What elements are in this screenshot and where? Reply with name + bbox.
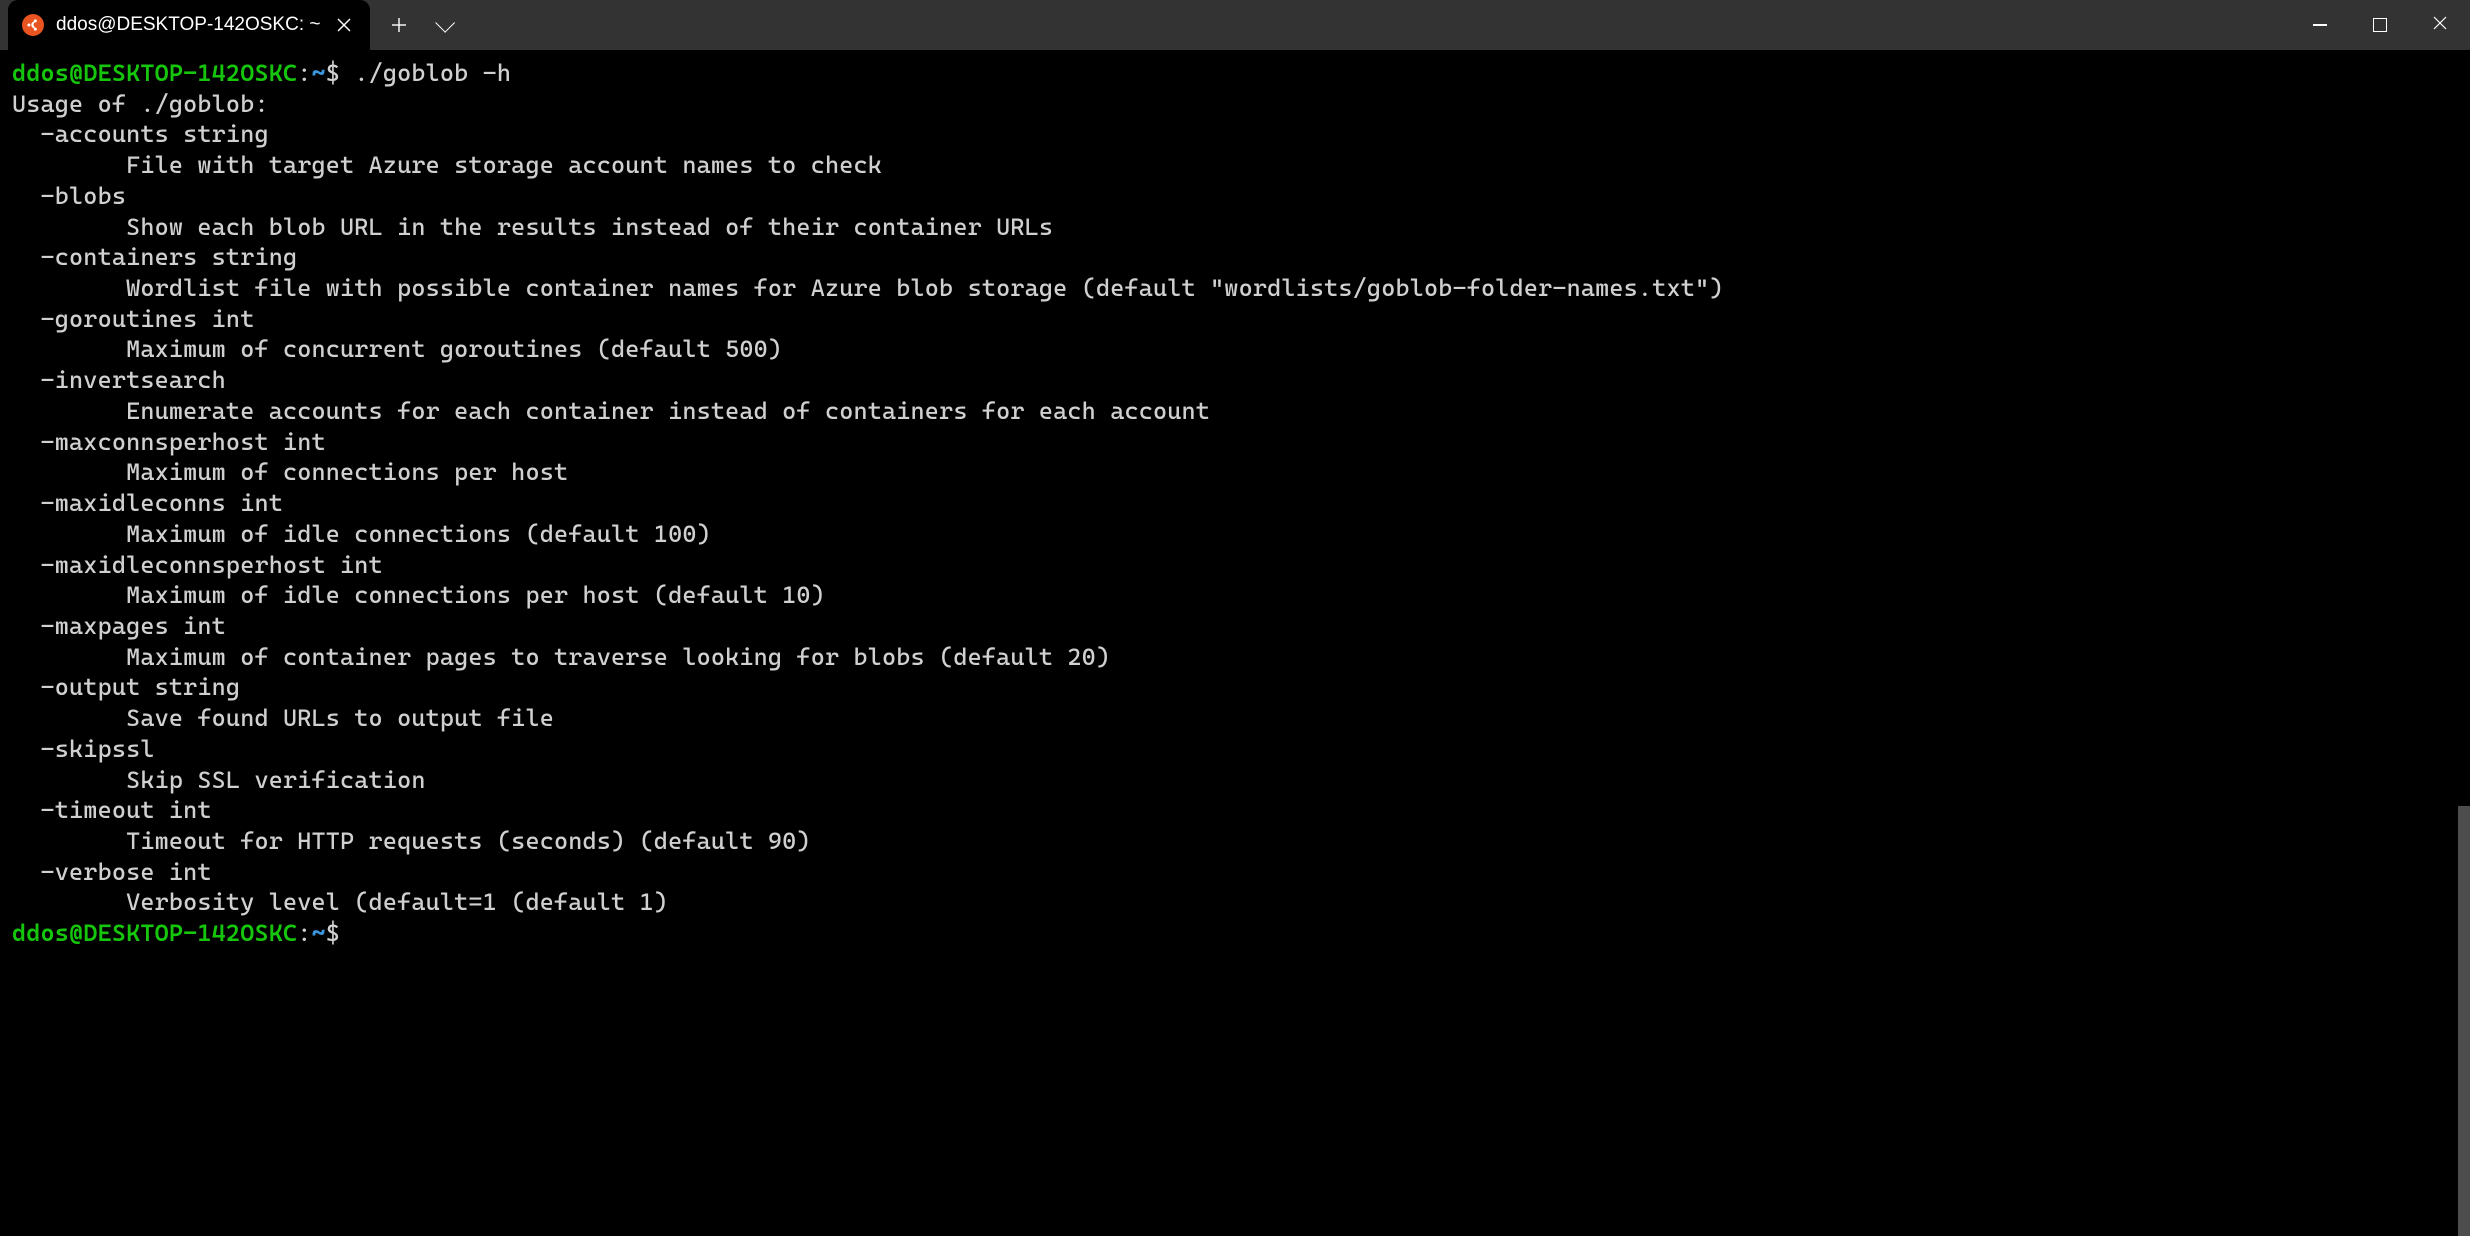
flag-desc: Maximum of idle connections per host (de…: [12, 580, 2458, 611]
flag-name: -verbose int: [12, 857, 2458, 888]
titlebar-drag-area[interactable]: [462, 0, 2290, 50]
prompt-user-host: ddos@DESKTOP-142OSKC: [12, 919, 297, 947]
prompt-dollar: $: [326, 919, 340, 947]
scrollbar[interactable]: [2458, 50, 2470, 1236]
prompt-dollar: $: [326, 59, 355, 87]
flag-name: -maxidleconnsperhost int: [12, 550, 2458, 581]
close-icon: [2433, 16, 2447, 34]
scrollbar-thumb[interactable]: [2458, 806, 2470, 1236]
chevron-down-icon: [436, 13, 456, 33]
command-text: ./goblob -h: [354, 59, 511, 87]
terminal-tab[interactable]: ddos@DESKTOP-142OSKC: ~: [8, 0, 370, 50]
prompt-line: ddos@DESKTOP-142OSKC:~$ ./goblob -h: [12, 58, 2458, 89]
flag-name: -goroutines int: [12, 304, 2458, 335]
window-controls: [2290, 0, 2470, 50]
flag-desc: Save found URLs to output file: [12, 703, 2458, 734]
flag-desc: Show each blob URL in the results instea…: [12, 212, 2458, 243]
usage-header: Usage of ./goblob:: [12, 89, 2458, 120]
flag-desc: Verbosity level (default=1 (default 1): [12, 887, 2458, 918]
tab-actions: [370, 0, 462, 50]
flag-name: -containers string: [12, 242, 2458, 273]
partial-prompt-line: ddos@DESKTOP-142OSKC:~$: [12, 918, 2458, 949]
flag-name: -timeout int: [12, 795, 2458, 826]
tab-dropdown-button[interactable]: [424, 6, 462, 44]
tab-title: ddos@DESKTOP-142OSKC: ~: [56, 14, 320, 36]
close-button[interactable]: [2410, 0, 2470, 50]
flag-desc: Timeout for HTTP requests (seconds) (def…: [12, 826, 2458, 857]
flag-name: -maxpages int: [12, 611, 2458, 642]
prompt-colon: :: [297, 919, 311, 947]
flag-desc: Maximum of concurrent goroutines (defaul…: [12, 334, 2458, 365]
flag-desc: Maximum of idle connections (default 100…: [12, 519, 2458, 550]
prompt-path: ~: [312, 59, 326, 87]
maximize-icon: [2373, 18, 2387, 32]
new-tab-button[interactable]: [380, 6, 418, 44]
prompt-path: ~: [312, 919, 326, 947]
prompt-user-host: ddos@DESKTOP-142OSKC: [12, 59, 297, 87]
prompt-colon: :: [297, 59, 311, 87]
ubuntu-icon: [22, 14, 44, 36]
flag-name: -skipssl: [12, 734, 2458, 765]
flag-desc: File with target Azure storage account n…: [12, 150, 2458, 181]
flag-desc: Wordlist file with possible container na…: [12, 273, 2458, 304]
flag-name: -accounts string: [12, 119, 2458, 150]
flag-name: -invertsearch: [12, 365, 2458, 396]
minimize-button[interactable]: [2290, 0, 2350, 50]
flag-desc: Maximum of container pages to traverse l…: [12, 642, 2458, 673]
flag-name: -blobs: [12, 181, 2458, 212]
terminal-output[interactable]: ddos@DESKTOP-142OSKC:~$ ./goblob -hUsage…: [0, 50, 2470, 1236]
flag-desc: Maximum of connections per host: [12, 457, 2458, 488]
flag-name: -output string: [12, 672, 2458, 703]
tab-close-button[interactable]: [332, 13, 356, 37]
flag-desc: Skip SSL verification: [12, 765, 2458, 796]
flag-desc: Enumerate accounts for each container in…: [12, 396, 2458, 427]
flag-name: -maxconnsperhost int: [12, 427, 2458, 458]
minimize-icon: [2313, 24, 2327, 26]
flag-name: -maxidleconns int: [12, 488, 2458, 519]
titlebar: ddos@DESKTOP-142OSKC: ~: [0, 0, 2470, 50]
maximize-button[interactable]: [2350, 0, 2410, 50]
